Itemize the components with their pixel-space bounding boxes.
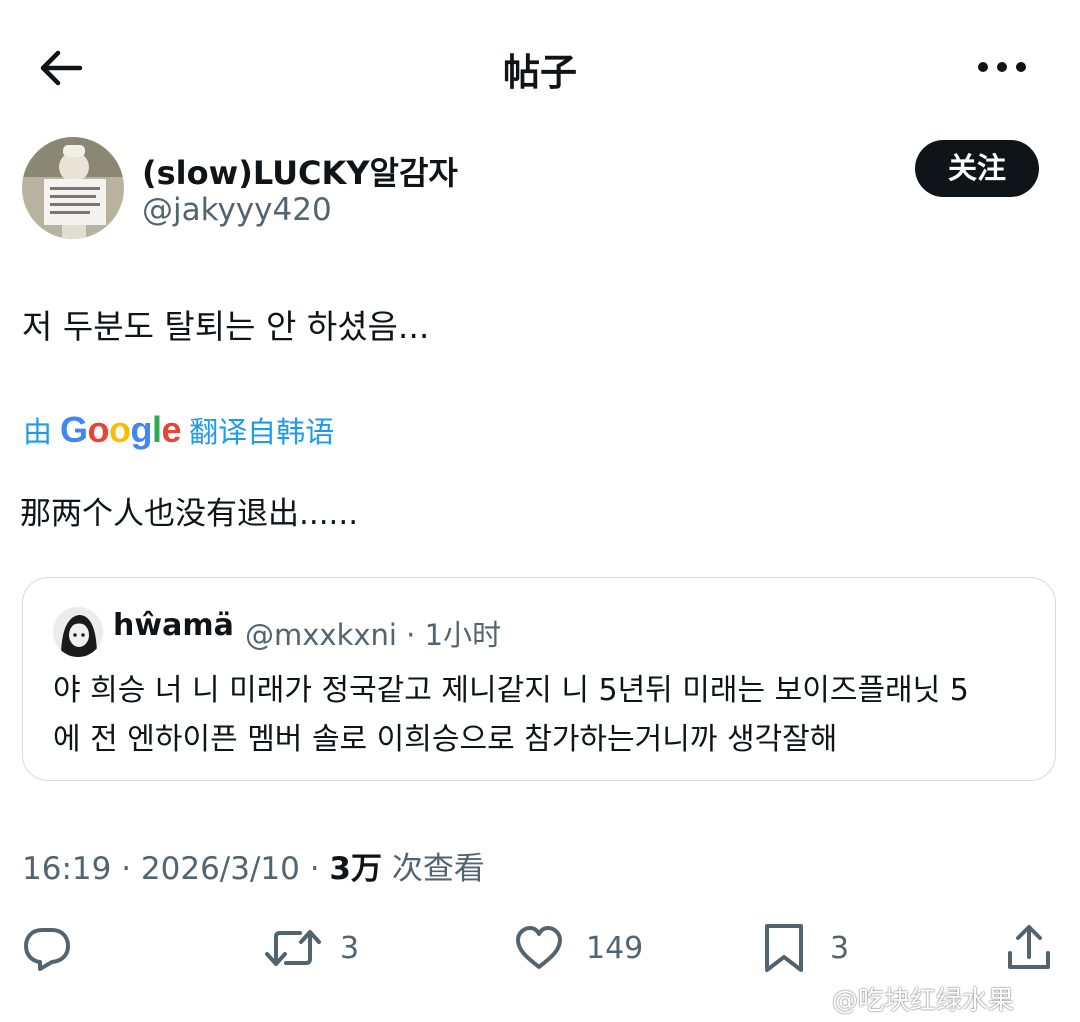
heart-icon [516,926,562,969]
translation-prefix: 由 [23,415,53,449]
quote-author-avatar [53,607,103,657]
views-label: 次查看 [391,851,485,887]
quote-time: 1小时 [424,618,502,652]
bookmark-button[interactable]: 3 [762,920,849,976]
share-button[interactable] [1006,920,1052,976]
post-timestamp: 16:19 · 2026/3/10 · 3万 次查看 [22,851,485,887]
translation-attribution[interactable]: 由 Google 翻译自韩语 [23,405,334,455]
ellipsis-icon [978,62,1026,72]
watermark-text: @吃块红绿水果 [832,986,1015,1016]
follow-button[interactable]: 关注 [915,140,1039,197]
repost-icon [265,930,321,966]
quote-text-line: 야 희승 너 니 미래가 정국같고 제니같지 니 5년뒤 미래는 보이즈플래닛 … [53,673,969,708]
page-title: 帖子 [503,51,577,94]
like-count: 149 [586,930,644,966]
quote-author-handle: @mxxkxni [245,618,397,652]
quote-meta: @mxxkxni · 1小时 [245,618,502,652]
post-date[interactable]: 2026/3/10 [141,851,300,887]
reply-icon [24,928,70,971]
translation-suffix: 翻译自韩语 [189,415,335,449]
translated-text: 那两个人也没有退出...... [20,496,359,532]
google-logo: Google [60,409,182,450]
quoted-post[interactable]: hŵamä @mxxkxni · 1小时 야 희승 너 니 미래가 정국같고 제… [22,577,1056,781]
views-count: 3万 [329,851,382,887]
more-options-button[interactable] [974,52,1030,82]
author-display-name[interactable]: (slow)LUCKY알감자 [142,148,458,194]
repost-count: 3 [340,930,360,966]
repost-button[interactable]: 3 [264,920,359,976]
quote-author-name: hŵamä [113,608,234,643]
share-icon [1008,925,1050,969]
bookmark-count: 3 [830,930,850,966]
like-button[interactable]: 149 [514,920,643,976]
quote-text: 야 희승 너 니 미래가 정국같고 제니같지 니 5년뒤 미래는 보이즈플래닛 … [53,666,1043,764]
reply-button[interactable] [22,920,72,976]
author-avatar[interactable] [22,137,124,239]
author-handle[interactable]: @jakyyy420 [142,192,332,228]
post-time: 16:19 [22,851,112,887]
quote-text-line: 에 전 엔하이픈 멤버 솔로 이희승으로 참가하는거니까 생각잘해 [53,722,838,757]
post-text: 저 두분도 탈퇴는 안 하셨음... [22,307,430,346]
bookmark-icon [765,924,803,972]
